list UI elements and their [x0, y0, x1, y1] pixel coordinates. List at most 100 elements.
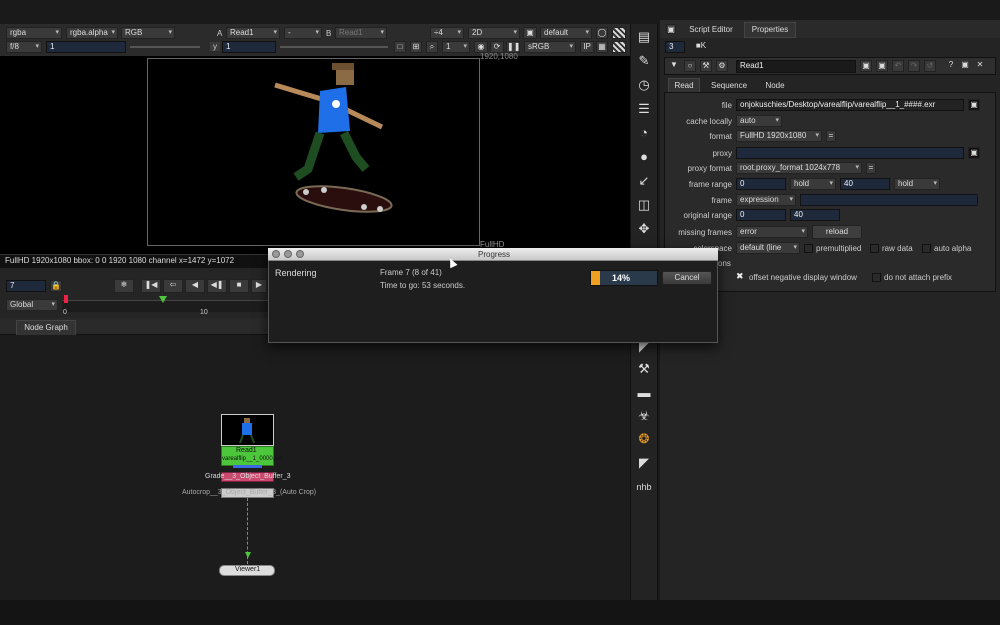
prev-key-icon[interactable]: ⇦ — [163, 279, 183, 293]
draw-icon[interactable]: ● — [633, 148, 655, 166]
gain-field[interactable]: 1 — [46, 41, 126, 53]
node-graph-canvas[interactable] — [0, 335, 630, 600]
zoom-dot-icon[interactable] — [296, 250, 304, 258]
range-after-dropdown[interactable]: hold — [894, 178, 940, 190]
range-end-field[interactable]: 40 — [840, 178, 890, 190]
proxy-scale-dropdown[interactable]: 1 — [442, 41, 470, 53]
format-dropdown[interactable]: FullHD 1920x1080 — [736, 130, 822, 142]
frame-field[interactable]: 7 — [6, 280, 46, 292]
node-color-icon[interactable]: ○ — [684, 60, 696, 72]
frame-mode-dropdown[interactable]: expression — [736, 194, 796, 206]
orig-end-field[interactable]: 40 — [790, 209, 840, 221]
missing-frames-dropdown[interactable]: error — [736, 226, 808, 238]
merge-icon[interactable]: ◫ — [633, 196, 655, 214]
snowflake-icon[interactable]: ❄ — [114, 279, 134, 293]
prev-frame-icon[interactable]: ◀ — [185, 279, 205, 293]
transform-icon[interactable]: ↙ — [633, 172, 655, 190]
cache-dropdown[interactable]: auto — [736, 115, 782, 127]
ip-button[interactable]: IP — [580, 41, 594, 53]
3d-icon[interactable]: ▬ — [633, 384, 655, 402]
proxy-field[interactable] — [736, 147, 964, 159]
gamma-slider[interactable] — [280, 46, 388, 48]
misc-icon[interactable]: ⚒ — [633, 360, 655, 378]
roi-icon[interactable]: □ — [394, 41, 406, 53]
clip-icon[interactable]: ⊞ — [410, 41, 422, 53]
compare-icon[interactable]: ▣ — [876, 60, 888, 72]
file-field[interactable]: onjokuschies/Desktop/varealflip/varealfl… — [736, 99, 964, 111]
camera-icon[interactable]: ▣ — [523, 27, 537, 39]
checker-icon[interactable] — [612, 41, 626, 53]
nhb-icon[interactable]: nhb — [633, 478, 655, 496]
node-wrench-icon[interactable]: ⚙ — [716, 60, 728, 72]
compare-op-dropdown[interactable]: - — [284, 27, 322, 39]
input-a-dropdown[interactable]: Read1 — [226, 27, 280, 39]
reload-button[interactable]: reload — [812, 225, 862, 239]
tab-node[interactable]: Node — [758, 79, 792, 93]
close-icon[interactable]: ✕ — [975, 60, 985, 72]
color-icon[interactable]: ◔ — [633, 124, 655, 142]
channels-dropdown[interactable]: rgba — [6, 27, 62, 39]
file-browse-icon[interactable]: ▣ — [968, 99, 980, 111]
help-icon[interactable]: ? — [946, 60, 956, 72]
frame-expression-field[interactable] — [800, 194, 978, 206]
scale-dropdown[interactable]: ÷4 — [430, 27, 464, 39]
panel-menu-icon[interactable]: ▣ — [666, 24, 676, 34]
redo-icon[interactable]: ↷ — [908, 60, 920, 72]
range-start-field[interactable]: 0 — [736, 178, 786, 190]
no-prefix-checkbox[interactable] — [872, 273, 881, 282]
lock-icon[interactable]: 🔒 — [50, 280, 62, 292]
close-dot-icon[interactable] — [272, 250, 280, 258]
lut-dropdown[interactable]: default — [540, 27, 592, 39]
minimize-dot-icon[interactable] — [284, 250, 292, 258]
other-icon[interactable]: ❂ — [633, 430, 655, 448]
cancel-button[interactable]: Cancel — [662, 271, 712, 285]
alpha-dropdown[interactable]: rgba.alpha — [66, 27, 118, 39]
view-mode-dropdown[interactable]: 2D — [468, 27, 520, 39]
pin-icon[interactable]: ◯ — [596, 27, 608, 39]
input-b-dropdown[interactable]: Read1 — [335, 27, 387, 39]
format-edit-button[interactable]: = — [826, 130, 836, 142]
playhead[interactable] — [159, 296, 167, 303]
proxy-browse-icon[interactable]: ▣ — [968, 147, 980, 159]
extract-icon[interactable]: ▣ — [860, 60, 872, 72]
display-dropdown[interactable]: sRGB — [524, 41, 576, 53]
auto-alpha-checkbox[interactable] — [922, 244, 931, 253]
read-node-thumbnail[interactable] — [221, 414, 274, 446]
colorspace-dropdown[interactable]: RGB — [121, 27, 175, 39]
scope-dropdown[interactable]: Global — [6, 299, 58, 311]
fstop-dropdown[interactable]: f/8 — [6, 41, 42, 53]
offset-neg-checkbox[interactable]: ✖ — [736, 272, 745, 281]
grid-icon[interactable]: ▦ — [596, 41, 608, 53]
play-back-icon[interactable]: ◀❚ — [207, 279, 227, 293]
range-before-dropdown[interactable]: hold — [790, 178, 836, 190]
channel-icon[interactable]: ☰ — [633, 100, 655, 118]
gain-slider[interactable] — [130, 46, 200, 48]
proxy-format-dropdown[interactable]: root.proxy_format 1024x778 — [736, 162, 862, 174]
tab-node-graph[interactable]: Node Graph — [16, 320, 76, 336]
panel-count-field[interactable]: 3 — [665, 41, 685, 53]
premultiplied-checkbox[interactable] — [804, 244, 813, 253]
time-icon[interactable]: ◷ — [633, 76, 655, 94]
revert-icon[interactable]: ↺ — [924, 60, 936, 72]
play-forward-icon[interactable]: ▶ — [251, 279, 267, 293]
move-icon[interactable]: ✥ — [633, 220, 655, 238]
raw-data-checkbox[interactable] — [870, 244, 879, 253]
float-icon[interactable]: ▣ — [960, 60, 970, 72]
undo-icon[interactable]: ↶ — [892, 60, 904, 72]
proxy-format-edit-button[interactable]: = — [866, 162, 876, 174]
in-marker[interactable] — [64, 295, 68, 303]
collapse-icon[interactable]: ▼ — [668, 60, 680, 72]
tab-properties[interactable]: Properties — [744, 22, 796, 38]
orig-start-field[interactable]: 0 — [736, 209, 786, 221]
tab-script-editor[interactable]: Script Editor — [680, 23, 742, 37]
wipe-icon[interactable] — [612, 27, 626, 39]
shape-icon[interactable]: ◤ — [633, 454, 655, 472]
clear-panels-icon[interactable]: ■K — [690, 41, 712, 53]
stop-icon[interactable]: ■ — [229, 279, 249, 293]
paint-icon[interactable]: ✎ — [633, 52, 655, 70]
zoom-icon[interactable]: ⌕ — [426, 41, 438, 53]
nuke-icon[interactable]: ☣ — [633, 407, 655, 425]
tab-sequence[interactable]: Sequence — [704, 79, 754, 93]
first-frame-icon[interactable]: ❚◀ — [141, 279, 161, 293]
gamma-field[interactable]: 1 — [222, 41, 276, 53]
